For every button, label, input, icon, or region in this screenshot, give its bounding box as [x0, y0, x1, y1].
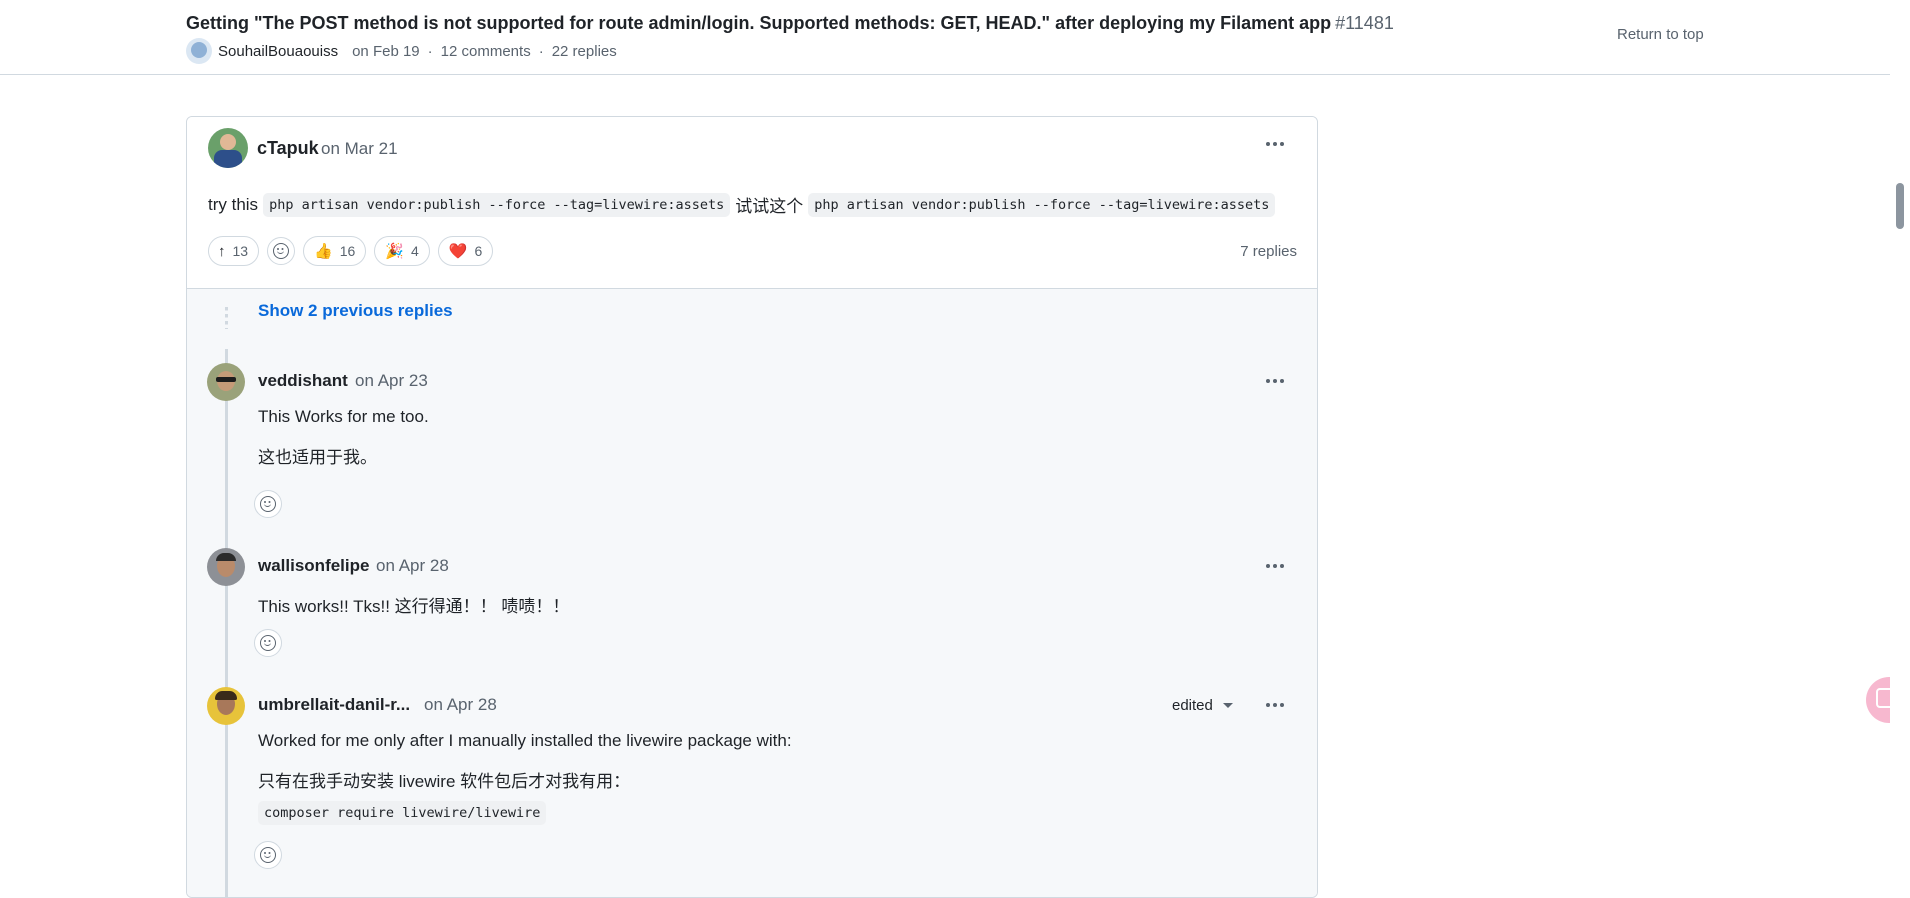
sticky-header: Getting "The POST method is not supporte… — [0, 0, 1890, 75]
smiley-icon — [260, 496, 276, 512]
scrollbar[interactable] — [1890, 0, 1910, 885]
reactions-bar: ↑ 13 👍 16 🎉 4 ❤️ 6 — [208, 236, 494, 266]
reaction-count: 6 — [474, 243, 483, 259]
reaction-count: 16 — [339, 243, 356, 259]
reply-count: 22 replies — [551, 42, 617, 60]
inline-code: php artisan vendor:publish --force --tag… — [808, 192, 1276, 217]
discussion-date: on Feb 19 — [352, 42, 420, 60]
kebab-horizontal-icon[interactable] — [1261, 134, 1289, 154]
edited-history-dropdown[interactable]: edited — [1172, 697, 1233, 714]
reply-text: This works!! Tks!! 这行得通！！ 啧啧！！ — [258, 597, 570, 616]
comment-main: cTapuk on Mar 21 try this php artisan ve… — [187, 117, 1317, 289]
reaction-thumbs-up[interactable]: 👍 16 — [303, 236, 367, 266]
discussion-title[interactable]: Getting "The POST method is not supporte… — [186, 13, 1394, 34]
reply-text: 只有在我手动安装 livewire 软件包后才对我有用： — [258, 772, 631, 791]
comment-count: 12 comments — [440, 42, 531, 60]
add-reaction-button[interactable] — [254, 841, 282, 869]
smiley-icon — [273, 243, 290, 259]
show-previous-replies-button[interactable]: Show 2 previous replies — [258, 301, 453, 321]
replies-section: Show 2 previous replies veddishant on Ap… — [187, 289, 1317, 897]
arrow-up-icon: ↑ — [218, 242, 226, 260]
thumbs-up-icon: 👍 — [314, 243, 333, 260]
collapsed-thread-indicator — [225, 307, 228, 329]
heart-icon: ❤️ — [448, 243, 468, 260]
upvote-button[interactable]: ↑ 13 — [208, 236, 260, 266]
reply-author[interactable]: umbrellait-danil-r... — [258, 695, 410, 715]
avatar[interactable] — [207, 548, 245, 586]
reply-code-line: composer require livewire/livewire — [253, 801, 551, 825]
reply-date[interactable]: on Apr 23 — [355, 371, 428, 391]
add-reaction-button[interactable] — [254, 629, 282, 657]
add-reaction-button[interactable] — [254, 490, 282, 518]
smiley-icon — [260, 847, 276, 863]
comment-body: try this php artisan vendor:publish --fo… — [208, 192, 1280, 217]
replies-count: 7 replies — [1240, 243, 1297, 260]
comment-text-middle: 试试这个 — [735, 197, 804, 216]
reply-text: Worked for me only after I manually inst… — [258, 731, 792, 750]
party-popper-icon: 🎉 — [385, 243, 405, 260]
discussion-author[interactable]: SouhailBouaouiss — [218, 43, 338, 60]
author-avatar[interactable] — [186, 38, 212, 64]
reply-date[interactable]: on Apr 28 — [424, 695, 497, 715]
upvote-count: 13 — [232, 243, 249, 259]
discussion-number: #11481 — [1335, 13, 1394, 33]
reply-date[interactable]: on Apr 28 — [376, 556, 449, 576]
meta-separator: · — [538, 42, 544, 60]
comment-date[interactable]: on Mar 21 — [321, 139, 398, 159]
add-reaction-button[interactable] — [267, 237, 296, 265]
edited-label: edited — [1172, 697, 1213, 714]
reply-text: 这也适用于我。 — [258, 448, 377, 467]
comment-author[interactable]: cTapuk — [257, 138, 319, 159]
return-to-top-link[interactable]: Return to top — [1617, 26, 1704, 43]
avatar[interactable] — [207, 687, 245, 725]
avatar[interactable] — [207, 363, 245, 401]
discussion-title-text[interactable]: Getting "The POST method is not supporte… — [186, 13, 1331, 33]
thread-line — [225, 349, 228, 897]
reaction-count: 4 — [411, 243, 419, 259]
discussion-meta: SouhailBouaouiss on Feb 19 · 12 comments… — [186, 38, 617, 64]
reply-author[interactable]: veddishant — [258, 371, 348, 391]
smiley-icon — [260, 635, 276, 651]
reaction-heart[interactable]: ❤️ 6 — [437, 236, 494, 266]
inline-code: php artisan vendor:publish --force --tag… — [263, 192, 731, 217]
reply-text: This Works for me too. — [258, 407, 429, 426]
comment-text-prefix: try this — [208, 194, 259, 214]
inline-code: composer require livewire/livewire — [258, 801, 547, 825]
avatar[interactable] — [208, 128, 248, 168]
chevron-down-icon — [1222, 703, 1233, 708]
reply-author[interactable]: wallisonfelipe — [258, 556, 369, 576]
kebab-horizontal-icon[interactable] — [1261, 556, 1289, 576]
reaction-hooray[interactable]: 🎉 4 — [374, 236, 430, 266]
meta-separator: · — [427, 42, 433, 60]
comment-card: cTapuk on Mar 21 try this php artisan ve… — [186, 116, 1318, 898]
kebab-horizontal-icon[interactable] — [1261, 695, 1289, 715]
kebab-horizontal-icon[interactable] — [1261, 371, 1289, 391]
scrollbar-thumb[interactable] — [1896, 183, 1904, 229]
